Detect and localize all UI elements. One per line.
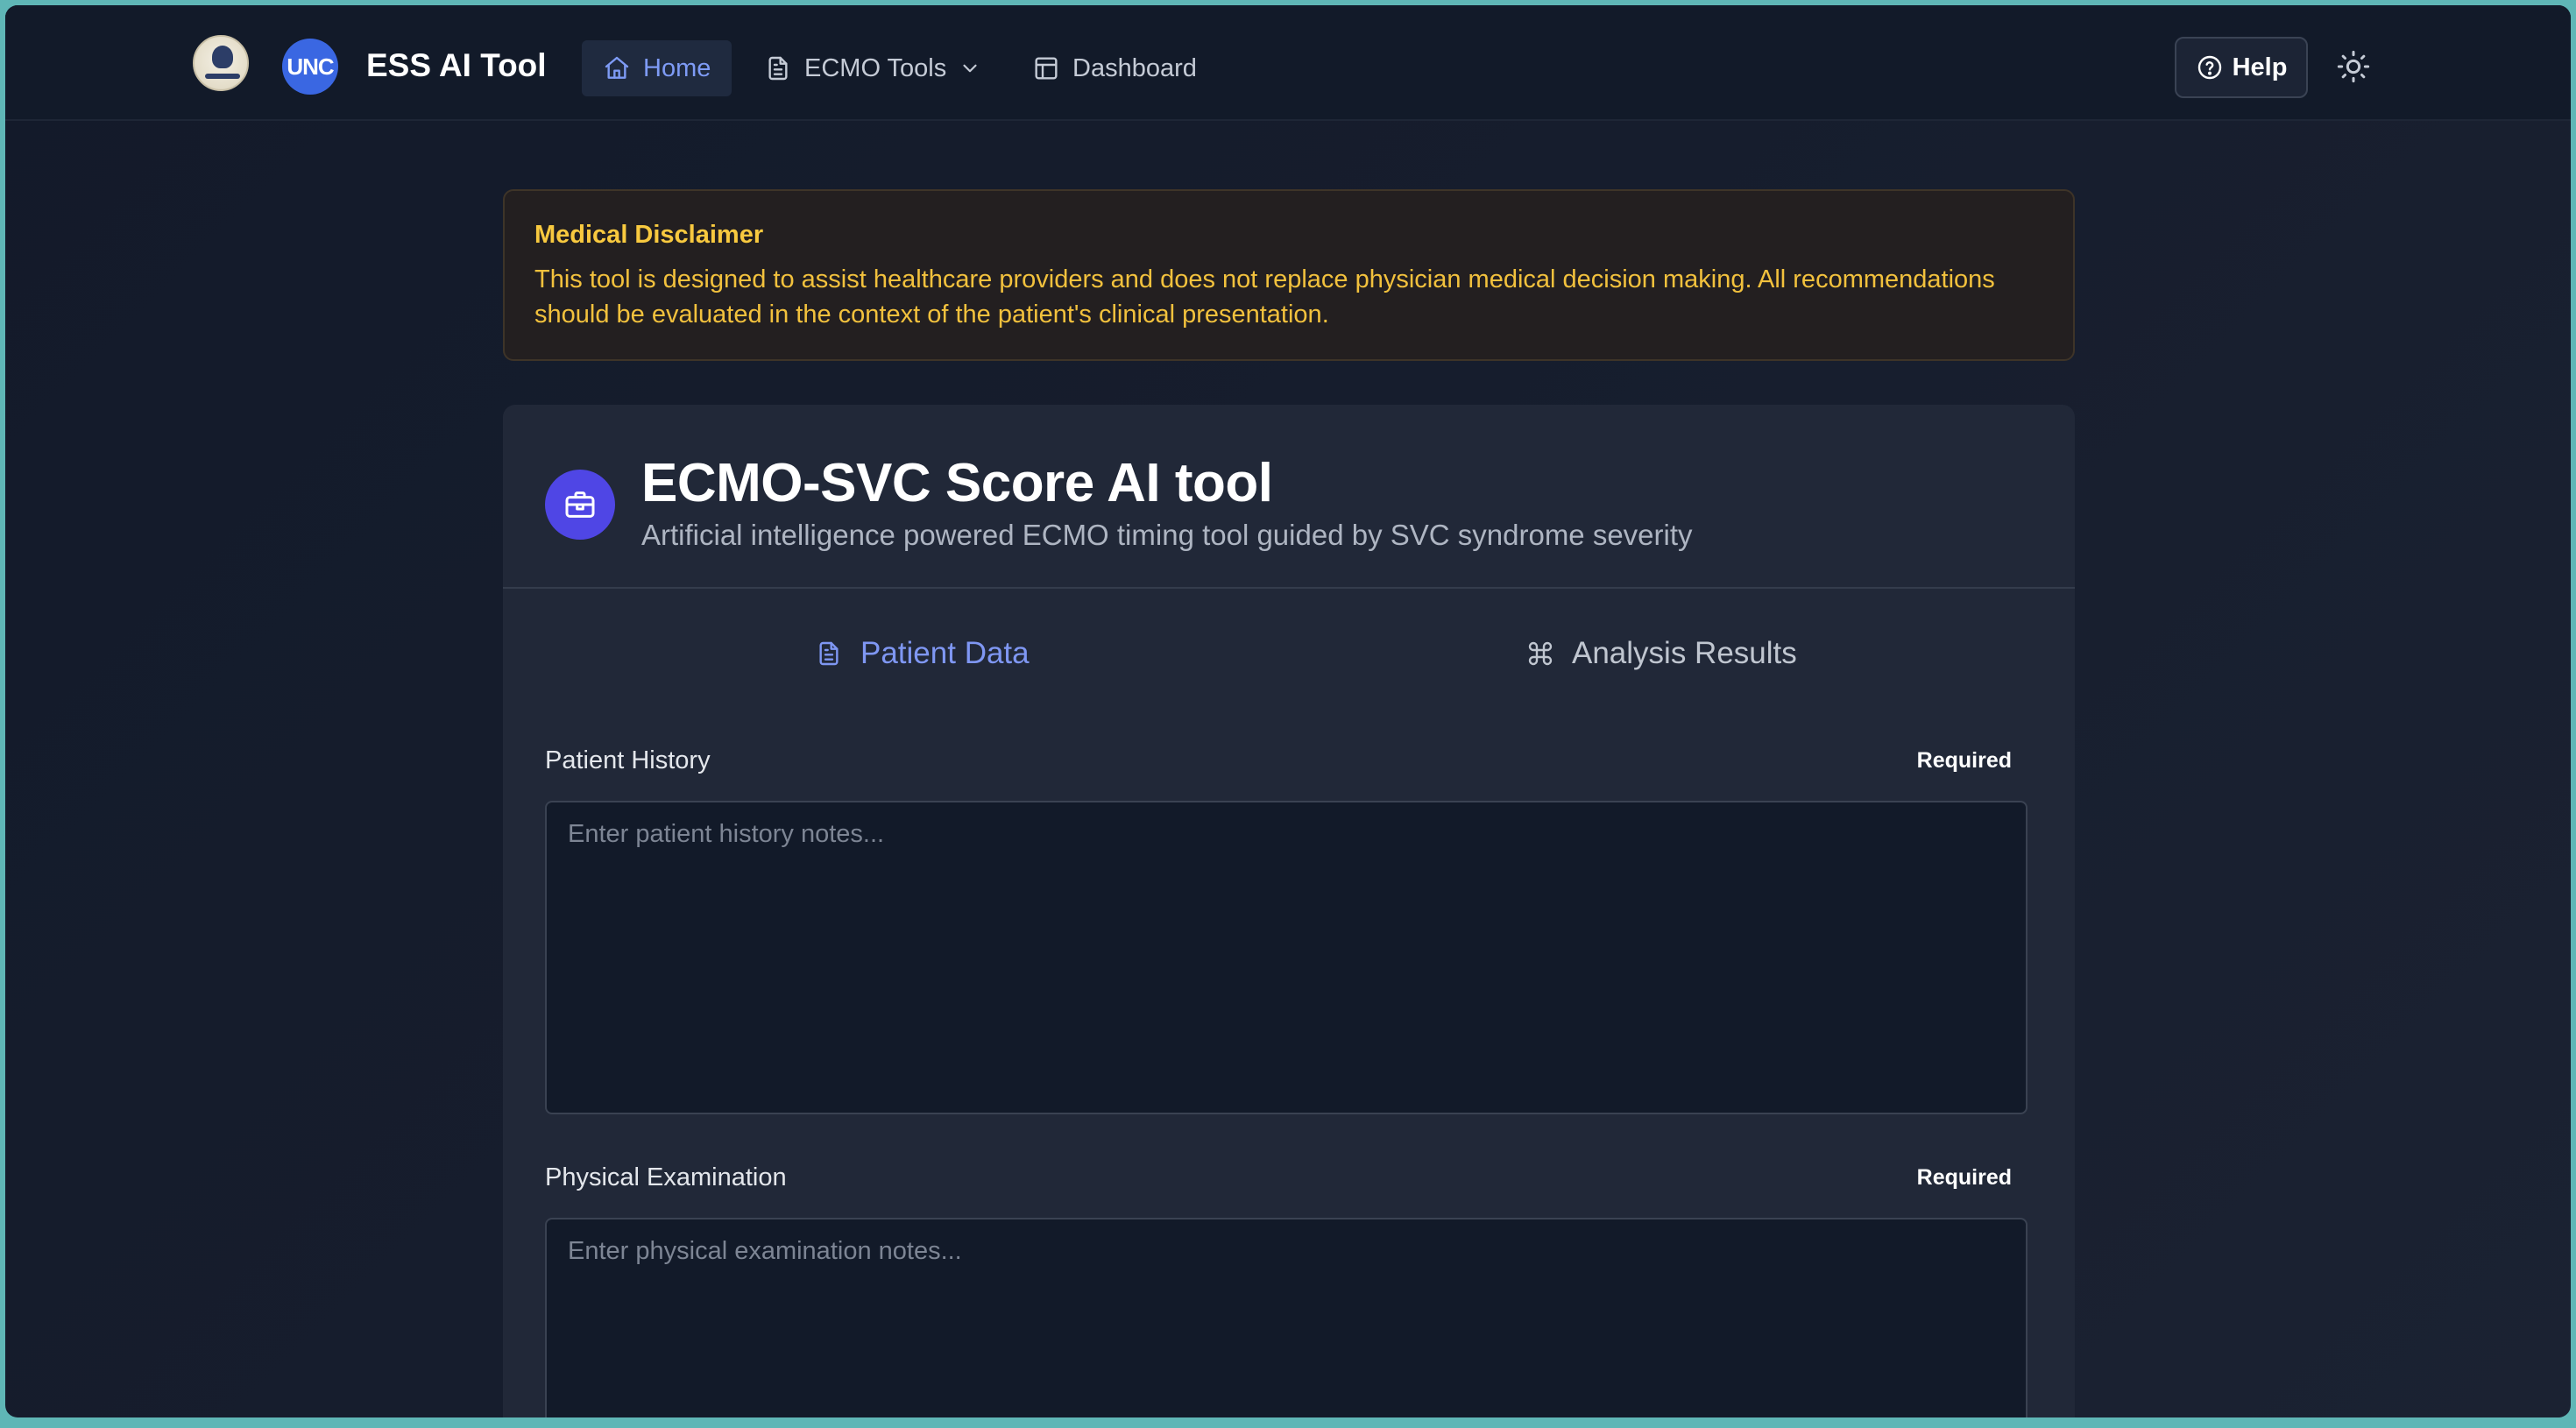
help-button[interactable]: Help bbox=[2175, 37, 2308, 98]
top-navbar: UNC ESS AI Tool Home ECMO Tools Dashboar… bbox=[5, 5, 2571, 121]
nav-home[interactable]: Home bbox=[582, 40, 732, 96]
sun-icon bbox=[2337, 50, 2370, 83]
document-icon bbox=[819, 641, 839, 666]
card-title: ECMO-SVC Score AI tool bbox=[641, 453, 1273, 513]
patient-history-label: Patient History bbox=[545, 746, 711, 774]
disclaimer-text: This tool is designed to assist healthca… bbox=[534, 265, 1995, 329]
nav-home-label: Home bbox=[643, 53, 711, 82]
tool-badge bbox=[545, 470, 615, 540]
theme-toggle-button[interactable] bbox=[2334, 47, 2373, 86]
physical-exam-input[interactable] bbox=[545, 1218, 2028, 1417]
tab-patient-data[interactable]: Patient Data bbox=[815, 636, 1030, 671]
help-circle-icon bbox=[2197, 55, 2221, 80]
app-window: UNC ESS AI Tool Home ECMO Tools Dashboar… bbox=[5, 5, 2571, 1417]
layout-icon bbox=[1035, 57, 1058, 80]
patient-history-input[interactable] bbox=[545, 801, 2028, 1114]
tool-card: ECMO-SVC Score AI tool Artificial intell… bbox=[503, 405, 2075, 1417]
command-icon bbox=[1528, 641, 1553, 666]
patient-history-required: Required bbox=[1916, 748, 2012, 773]
home-icon bbox=[605, 56, 629, 79]
first-aid-kit-icon bbox=[565, 491, 595, 518]
nav-ecmo-tools[interactable]: ECMO Tools bbox=[743, 40, 1002, 96]
physical-exam-label: Physical Examination bbox=[545, 1163, 787, 1191]
tab-analysis-results-label: Analysis Results bbox=[1572, 636, 1797, 670]
document-icon bbox=[768, 56, 788, 81]
medical-disclaimer: Medical Disclaimer This tool is designed… bbox=[503, 189, 2075, 361]
tab-analysis-results[interactable]: Analysis Results bbox=[1526, 636, 1797, 671]
nav-ecmo-tools-label: ECMO Tools bbox=[804, 53, 947, 82]
card-header: ECMO-SVC Score AI tool Artificial intell… bbox=[503, 405, 2075, 589]
nav-dashboard-label: Dashboard bbox=[1072, 53, 1197, 82]
physical-exam-required: Required bbox=[1916, 1165, 2012, 1190]
tab-patient-data-label: Patient Data bbox=[860, 636, 1030, 670]
help-label: Help bbox=[2232, 53, 2288, 81]
covenant-logo bbox=[193, 35, 249, 91]
disclaimer-title: Medical Disclaimer bbox=[534, 221, 764, 249]
unc-logo: UNC bbox=[282, 39, 338, 95]
brand-title[interactable]: ESS AI Tool bbox=[366, 47, 547, 84]
chevron-down-icon bbox=[963, 64, 977, 73]
nav-dashboard[interactable]: Dashboard bbox=[1011, 40, 1218, 96]
card-subtitle: Artificial intelligence powered ECMO tim… bbox=[641, 519, 1693, 551]
